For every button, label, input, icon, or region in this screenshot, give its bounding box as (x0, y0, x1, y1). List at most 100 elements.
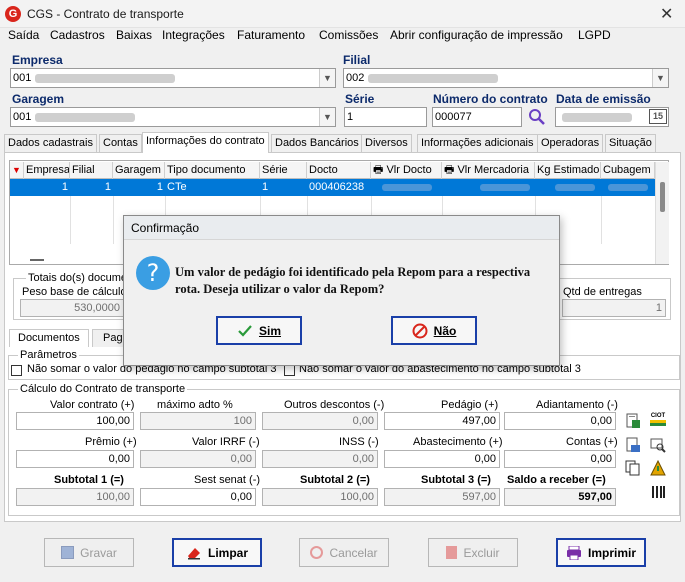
col-filial[interactable]: Filial (70, 162, 113, 179)
col-vlr-mercadoria-label: Vlr Mercadoria (457, 164, 529, 176)
menu-saida[interactable]: Saída (8, 28, 39, 42)
barcode-icon[interactable] (650, 484, 666, 500)
tab-operadoras[interactable]: Operadoras (537, 134, 604, 152)
sim-button[interactable]: Sim (216, 316, 302, 345)
adiantamento-input[interactable]: 0,00 (504, 412, 616, 430)
premio-input[interactable]: 0,00 (16, 450, 134, 468)
col-garagem[interactable]: Garagem (113, 162, 165, 179)
menu-baixas[interactable]: Baixas (116, 28, 152, 42)
col-vlr-docto-label: Vlr Docto (386, 164, 432, 176)
subtab-documentos[interactable]: Documentos (9, 329, 89, 347)
cancel-icon (310, 546, 324, 559)
search-icon[interactable] (528, 108, 546, 126)
chevron-down-icon[interactable]: ▼ (652, 69, 668, 87)
subtotal3-label: Subtotal 3 (=) (421, 474, 491, 486)
document-list-icon[interactable] (625, 437, 641, 453)
abastecimento-label: Abastecimento (+) (413, 436, 503, 448)
col-vlr-docto[interactable]: 🖶 Vlr Docto (371, 162, 442, 179)
saldo-field: 597,00 (504, 488, 616, 506)
valor-irrf-field: 0,00 (140, 450, 256, 468)
serie-label: Série (345, 92, 375, 106)
confirmation-dialog: Confirmação ? Um valor de pedágio foi id… (123, 215, 560, 366)
window-title: CGS - Contrato de transporte (27, 7, 184, 21)
pedagio-input[interactable]: 497,00 (384, 412, 500, 430)
outros-descontos-label: Outros descontos (-) (284, 399, 385, 411)
tab-dados-bancarios[interactable]: Dados Bancários (271, 134, 363, 152)
filial-combo[interactable]: 002 ▼ (343, 68, 669, 88)
menu-comissoes[interactable]: Comissões (319, 28, 378, 42)
col-vlr-mercadoria[interactable]: 🖶 Vlr Mercadoria (442, 162, 535, 179)
limpar-button[interactable]: Limpar (172, 538, 262, 567)
ciot-icon[interactable]: CIOT (650, 413, 666, 426)
menu-abrir-config[interactable]: Abrir configuração de impressão (390, 28, 563, 42)
valor-contrato-input[interactable]: 100,00 (16, 412, 134, 430)
excluir-button[interactable]: Excluir (428, 538, 518, 567)
col-cubagem[interactable]: Cubagem (601, 162, 655, 179)
col-serie[interactable]: Série (260, 162, 307, 179)
subtotal2-field: 100,00 (262, 488, 378, 506)
serie-input[interactable]: 1 (344, 107, 427, 127)
preview-icon[interactable] (650, 437, 666, 453)
peso-base-label: Peso base de cálculo (22, 286, 127, 298)
col-empresa[interactable]: Empresa (24, 162, 70, 179)
abastecimento-input[interactable]: 0,00 (384, 450, 500, 468)
grid-h-scroll-thumb[interactable] (30, 259, 44, 261)
menu-faturamento[interactable]: Faturamento (237, 28, 305, 42)
garagem-value: 001 (13, 111, 32, 123)
menu-lgpd[interactable]: LGPD (578, 28, 611, 42)
printer-icon (566, 545, 581, 560)
empresa-label: Empresa (12, 53, 63, 67)
col-tipo-documento[interactable]: Tipo documento (165, 162, 260, 179)
nao-button[interactable]: Não (391, 316, 477, 345)
check-icon (238, 324, 252, 337)
grid-scrollbar[interactable] (655, 162, 669, 264)
cell-vlr-docto (382, 184, 432, 191)
imprimir-label: Imprimir (587, 545, 636, 560)
cell-garagem: 1 (156, 181, 163, 193)
tab-diversos[interactable]: Diversos (361, 134, 412, 152)
tab-informacoes-contrato[interactable]: Informações do contrato (142, 132, 269, 153)
gravar-button[interactable]: Gravar (44, 538, 134, 567)
close-icon[interactable]: ✕ (660, 4, 673, 24)
cell-docto: 000406238 (309, 181, 365, 193)
table-row[interactable]: 1 1 1 CTe 1 000406238 (10, 179, 655, 196)
printer-icon: 🖶 (373, 164, 384, 176)
warning-icon[interactable] (650, 460, 666, 476)
tab-situacao[interactable]: Situação (605, 134, 656, 152)
menu-integracoes[interactable]: Integrações (162, 28, 225, 42)
calendar-icon[interactable]: 15 (649, 109, 667, 124)
contas-input[interactable]: 0,00 (504, 450, 616, 468)
document-calc-icon[interactable] (625, 413, 641, 429)
tab-informacoes-adicionais[interactable]: Informações adicionais (417, 134, 538, 152)
sest-senat-input[interactable]: 0,00 (140, 488, 256, 506)
tab-dados-cadastrais[interactable]: Dados cadastrais (4, 134, 97, 152)
copy-icon[interactable] (625, 460, 641, 476)
gravar-label: Gravar (80, 545, 117, 560)
data-emissao-input[interactable]: 15 (555, 107, 669, 127)
valor-irrf-label: Valor IRRF (-) (192, 436, 260, 448)
col-docto[interactable]: Docto (307, 162, 371, 179)
cell-tipo-documento: CTe (167, 181, 187, 193)
nao-somar-abastecimento-checkbox[interactable] (284, 365, 295, 376)
garagem-combo[interactable]: 001 ▼ (10, 107, 336, 127)
menu-cadastros[interactable]: Cadastros (50, 28, 105, 42)
sim-label: Sim (258, 323, 281, 338)
calculo-title: Cálculo do Contrato de transporte (18, 383, 188, 395)
imprimir-button[interactable]: Imprimir (556, 538, 646, 567)
subtotal1-field: 100,00 (16, 488, 134, 506)
grid-header: ▼ Empresa Filial Garagem Tipo documento … (10, 162, 655, 179)
inss-field: 0,00 (262, 450, 378, 468)
tab-contas[interactable]: Contas (99, 134, 142, 152)
cancelar-button[interactable]: Cancelar (299, 538, 389, 567)
dialog-title: Confirmação (124, 216, 559, 240)
col-kg-estimado[interactable]: Kg Estimado (535, 162, 601, 179)
chevron-down-icon[interactable]: ▼ (319, 69, 335, 87)
nao-somar-pedagio-checkbox[interactable] (11, 365, 22, 376)
empresa-combo[interactable]: 001 ▼ (10, 68, 336, 88)
numero-contrato-label: Número do contrato (433, 92, 548, 106)
chevron-down-icon[interactable]: ▼ (319, 108, 335, 126)
empresa-value: 001 (13, 72, 32, 84)
numero-contrato-input[interactable]: 000077 (432, 107, 522, 127)
cancelar-label: Cancelar (329, 545, 378, 560)
contas-label: Contas (+) (566, 436, 618, 448)
